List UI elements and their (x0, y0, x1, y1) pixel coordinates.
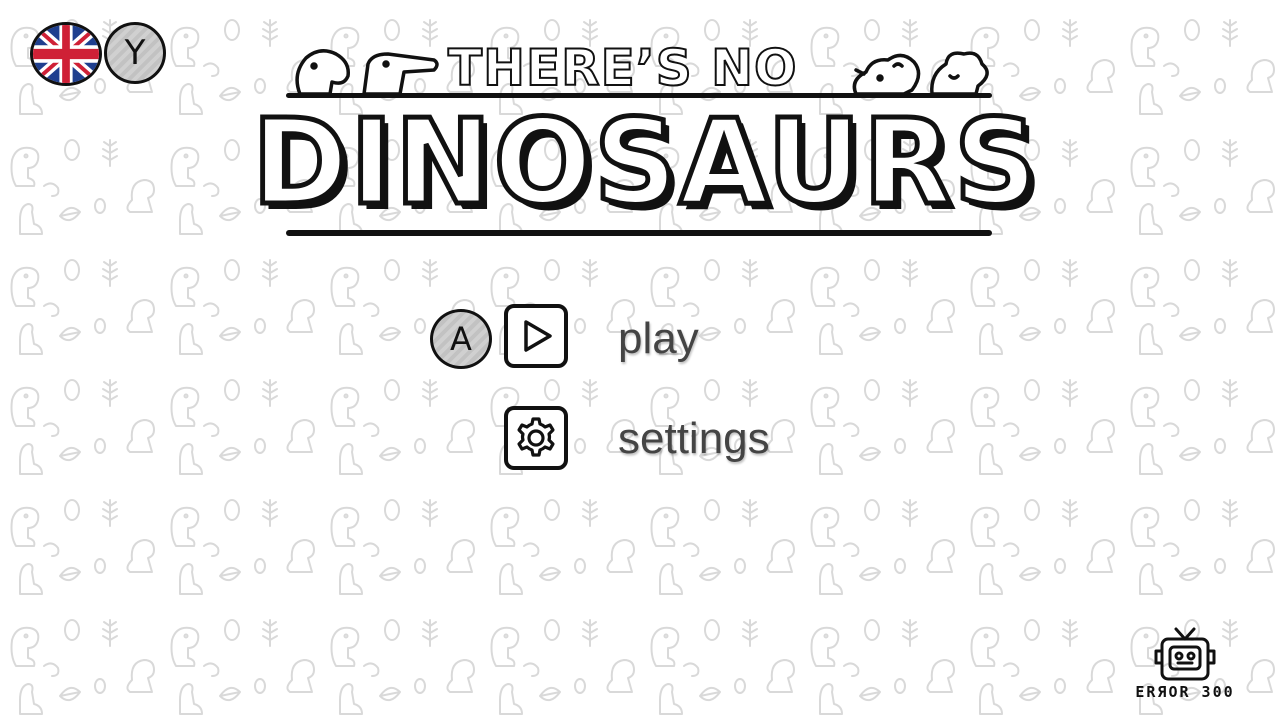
logo-subtitle: THERE’S NO (447, 39, 798, 97)
gear-icon (517, 417, 555, 457)
settings-button[interactable] (504, 406, 568, 470)
settings-menu-item[interactable]: settings (618, 414, 770, 464)
play-icon (524, 320, 552, 352)
game-logo: THERE’S NO DINOSAURS (0, 0, 1280, 240)
studio-name: ERЯOR 300 (1135, 683, 1235, 701)
play-menu-item[interactable]: play (618, 314, 699, 364)
play-button[interactable] (504, 304, 568, 368)
logo-bottom-line (286, 230, 992, 236)
a-key-label: A (450, 320, 472, 358)
logo-title: DINOSAURS (250, 93, 1040, 231)
a-key-button[interactable]: A (430, 309, 492, 369)
